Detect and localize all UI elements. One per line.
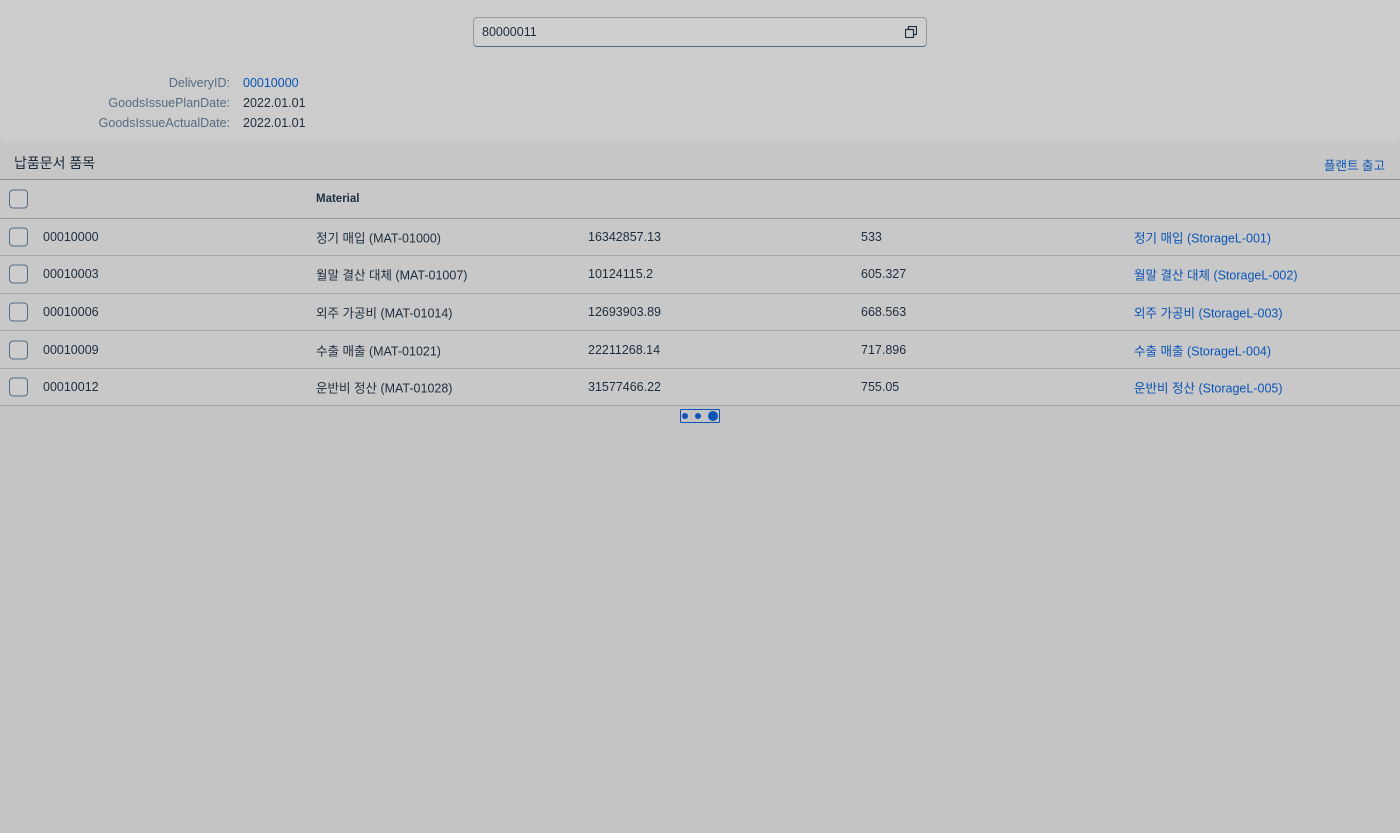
- column-header-material: Material: [316, 192, 360, 205]
- plan-date-value: 2022.01.01: [243, 96, 306, 110]
- more-dot: [695, 413, 701, 419]
- meta-row-delivery-id: DeliveryID: 00010000: [0, 76, 700, 92]
- cell-material: 수출 매출 (MAT-01021): [316, 344, 441, 359]
- meta-row-plan-date: GoodsIssuePlanDate: 2022.01.01: [0, 96, 700, 112]
- select-all-checkbox[interactable]: [9, 189, 28, 209]
- meta-row-actual-date: GoodsIssueActualDate: 2022.01.01: [0, 116, 700, 132]
- cell-storage-link[interactable]: 정기 매입 (StorageL-001): [1134, 227, 1271, 246]
- cell-quantity: 533: [861, 229, 882, 244]
- table-row[interactable]: 00010003 월말 결산 대체 (MAT-01007) 10124115.2…: [0, 256, 1400, 294]
- cell-amount: 16342857.13: [588, 229, 661, 244]
- cell-material: 운반비 정산 (MAT-01028): [316, 381, 453, 396]
- table-row[interactable]: 00010012 운반비 정산 (MAT-01028) 31577466.22 …: [0, 368, 1400, 407]
- cell-amount: 22211268.14: [588, 342, 661, 357]
- delivery-document-value: 80000011: [482, 25, 537, 39]
- cell-item-id: 00010000: [43, 229, 99, 244]
- cell-quantity: 755.05: [861, 380, 900, 395]
- row-checkbox[interactable]: [9, 264, 28, 284]
- cell-storage-link[interactable]: 월말 결산 대체 (StorageL-002): [1134, 265, 1298, 284]
- more-dot: [682, 413, 688, 419]
- cell-amount: 10124115.2: [588, 267, 654, 282]
- cell-quantity: 668.563: [861, 304, 907, 319]
- cell-quantity: 717.896: [861, 342, 907, 357]
- delivery-document-field[interactable]: 80000011: [473, 17, 927, 47]
- table-row[interactable]: 00010000 정기 매입 (MAT-01000) 16342857.13 5…: [0, 218, 1400, 257]
- delivery-id-label: DeliveryID:: [168, 76, 230, 90]
- cell-quantity: 605.327: [861, 267, 907, 282]
- cell-item-id: 00010003: [43, 267, 99, 282]
- row-checkbox[interactable]: [9, 302, 28, 322]
- actual-date-label: GoodsIssueActualDate:: [98, 116, 230, 130]
- cell-material: 월말 결산 대체 (MAT-01007): [316, 268, 468, 283]
- more-dot: [708, 411, 718, 421]
- cell-amount: 31577466.22: [588, 380, 661, 395]
- cell-storage-link[interactable]: 수출 매출 (StorageL-004): [1134, 340, 1271, 359]
- row-checkbox[interactable]: [9, 227, 28, 247]
- cell-material: 정기 매입 (MAT-01000): [316, 231, 441, 246]
- cell-storage-link[interactable]: 운반비 정산 (StorageL-005): [1134, 378, 1283, 397]
- items-table: Material 00010000 정기 매입 (MAT-01000) 1634…: [0, 180, 1400, 407]
- object-header: 80000011 DeliveryID: 00010000 GoodsIssue…: [0, 0, 1400, 143]
- cell-item-id: 00010006: [43, 304, 99, 319]
- actual-date-value: 2022.01.01: [243, 116, 306, 130]
- table-header-row: Material: [0, 180, 1400, 219]
- value-help-icon[interactable]: [905, 26, 917, 38]
- items-section-title: 납품문서 품목: [14, 155, 96, 171]
- cell-material: 외주 가공비 (MAT-01014): [316, 306, 453, 321]
- cell-item-id: 00010012: [43, 380, 99, 395]
- delivery-id-link[interactable]: 00010000: [243, 76, 299, 90]
- cell-item-id: 00010009: [43, 342, 99, 357]
- plant-goods-issue-button[interactable]: 플랜트 출고: [1324, 155, 1385, 174]
- table-row[interactable]: 00010006 외주 가공비 (MAT-01014) 12693903.89 …: [0, 293, 1400, 332]
- table-row[interactable]: 00010009 수출 매출 (MAT-01021) 22211268.14 7…: [0, 331, 1400, 369]
- row-checkbox[interactable]: [9, 340, 28, 360]
- cell-storage-link[interactable]: 외주 가공비 (StorageL-003): [1134, 302, 1283, 321]
- items-section-toolbar: 납품문서 품목 플랜트 출고: [0, 143, 1400, 180]
- cell-amount: 12693903.89: [588, 304, 661, 319]
- row-checkbox[interactable]: [9, 377, 28, 397]
- more-dots-icon[interactable]: [680, 409, 720, 423]
- plan-date-label: GoodsIssuePlanDate:: [108, 96, 230, 110]
